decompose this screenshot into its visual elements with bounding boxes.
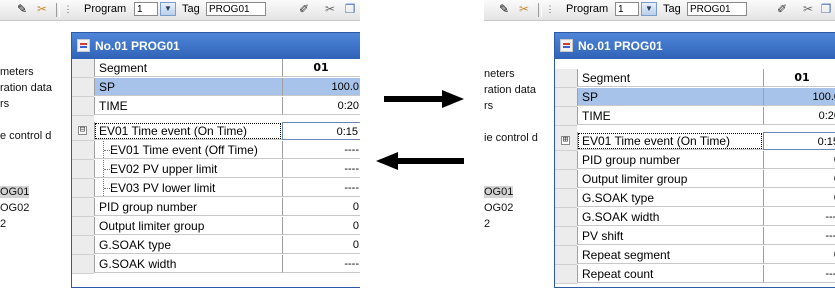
nav-item-registers[interactable]: rs xyxy=(484,100,493,112)
nav-item-prog02[interactable]: OG02 xyxy=(484,202,513,214)
copy-icon[interactable]: ❐ xyxy=(342,2,358,17)
table-row[interactable]: PID group number 0 xyxy=(72,198,360,217)
edit-pencil-icon[interactable]: ✐ xyxy=(296,2,312,17)
left-navigation-tree: neters ration data rs ie control d OG01 … xyxy=(484,32,562,288)
program-dropdown-button[interactable]: ▼ xyxy=(160,2,176,16)
segment-header-label: Segment xyxy=(577,69,763,87)
cut-icon[interactable]: ✂ xyxy=(800,2,816,17)
table-row[interactable]: PID group number 0 xyxy=(555,151,835,170)
program-window-titlebar: No.01 PROG01 xyxy=(555,33,835,59)
table-row[interactable]: PV shift ---- xyxy=(555,227,835,246)
toolbar: ✎ ✂ ⋮ Program 1 ▼ Tag PROG01 ✐ ✂ ❐ xyxy=(484,0,835,21)
program-label: Program xyxy=(566,3,609,15)
nav-item-prog03[interactable]: 2 xyxy=(484,218,490,230)
copy-icon[interactable]: ❐ xyxy=(818,2,834,17)
cut-icon[interactable]: ✂ xyxy=(322,2,338,17)
nav-item-registers[interactable]: rs xyxy=(0,98,9,110)
program-document-icon xyxy=(560,39,573,52)
arrow-right-icon xyxy=(384,90,464,108)
left-screenshot-panel: ✎ ✂ ⋮ Program 1 ▼ Tag PROG01 ✐ ✂ ❐ meter… xyxy=(0,0,360,288)
edit-icon[interactable]: ✎ xyxy=(14,2,30,17)
table-row[interactable]: SP 100.0 xyxy=(555,88,835,107)
table-row[interactable]: Output limiter group 0 xyxy=(555,170,835,189)
program-input[interactable]: 1 xyxy=(134,2,158,16)
nav-item-prog02[interactable]: OG02 xyxy=(0,202,29,214)
table-row[interactable]: Repeat segment 0 xyxy=(555,246,835,265)
scissors-icon[interactable]: ✂ xyxy=(516,2,532,17)
left-navigation-tree: meters ration data rs e control d OG01 O… xyxy=(0,32,78,288)
segment-header-label: Segment xyxy=(94,59,282,77)
nav-item-parameters[interactable]: neters xyxy=(484,68,515,80)
segment-number: 01 xyxy=(282,59,360,77)
table-row[interactable]: G.SOAK width ---- xyxy=(72,255,360,274)
edit-icon[interactable]: ✎ xyxy=(496,2,512,17)
table-row[interactable]: TIME 0:20 xyxy=(72,97,360,116)
program-window: No.01 PROG01 Segment 01 SP 100.0 TIME 0:… xyxy=(71,32,360,288)
program-dropdown-button[interactable]: ▼ xyxy=(641,2,657,16)
table-row[interactable]: G.SOAK width ---- xyxy=(555,208,835,227)
table-row[interactable]: Repeat count ---- xyxy=(555,265,835,284)
arrow-left-icon xyxy=(376,152,464,170)
program-label: Program xyxy=(84,3,127,15)
program-document-icon xyxy=(77,39,90,52)
grip-icon[interactable]: ⋮ xyxy=(542,2,558,17)
tag-input[interactable]: PROG01 xyxy=(687,2,747,16)
right-screenshot-panel: ✎ ✂ ⋮ Program 1 ▼ Tag PROG01 ✐ ✂ ❐ neter… xyxy=(484,0,835,288)
collapse-icon[interactable]: ⊟ xyxy=(78,126,87,135)
nav-item-program-control[interactable]: e control d xyxy=(0,130,51,142)
table-row-expandable[interactable]: ⊟ EV01 Time event (On Time) 0:15 xyxy=(72,122,360,141)
table-row[interactable]: EV03 PV lower limit ---- xyxy=(72,179,360,198)
nav-item-parameters[interactable]: meters xyxy=(0,66,34,78)
program-window: No.01 PROG01 Segment 01 SP 100.0 TIME 0:… xyxy=(554,32,835,288)
segment-number: 01 xyxy=(763,69,835,87)
table-row[interactable]: SP 100.0 xyxy=(72,78,360,97)
segment-header-row: Segment 01 xyxy=(72,59,360,78)
nav-item-operation-data[interactable]: ration data xyxy=(484,84,536,96)
table-row[interactable]: EV01 Time event (Off Time) ---- xyxy=(72,141,360,160)
table-row[interactable]: TIME 0:20 xyxy=(555,107,835,126)
expand-icon[interactable]: ⊞ xyxy=(561,136,570,145)
table-row-expandable[interactable]: ⊞ EV01 Time event (On Time) 0:15 xyxy=(555,132,835,151)
program-window-titlebar: No.01 PROG01 xyxy=(72,33,360,59)
segment-header-row: Segment 01 xyxy=(555,69,835,88)
nav-item-prog01[interactable]: OG01 xyxy=(484,186,514,198)
nav-item-prog03[interactable]: 2 xyxy=(0,218,6,230)
program-parameter-grid: Segment 01 SP 100.0 TIME 0:20 ⊞ EV01 Tim… xyxy=(555,59,835,287)
grip-icon[interactable]: ⋮ xyxy=(60,2,76,17)
nav-item-operation-data[interactable]: ration data xyxy=(0,82,52,94)
program-window-title: No.01 PROG01 xyxy=(95,39,180,53)
tag-label: Tag xyxy=(182,3,200,15)
tag-label: Tag xyxy=(663,3,681,15)
nav-item-program-control[interactable]: ie control d xyxy=(484,132,538,144)
program-parameter-grid: Segment 01 SP 100.0 TIME 0:20 ⊟ EV01 Tim… xyxy=(72,59,360,287)
nav-item-prog01[interactable]: OG01 xyxy=(0,186,30,198)
program-window-title: No.01 PROG01 xyxy=(578,39,663,53)
scissors-icon[interactable]: ✂ xyxy=(34,2,50,17)
tag-input[interactable]: PROG01 xyxy=(206,2,266,16)
table-row[interactable]: G.SOAK type 0 xyxy=(72,236,360,255)
table-row[interactable]: G.SOAK type 0 xyxy=(555,189,835,208)
table-row[interactable]: Output limiter group 0 xyxy=(72,217,360,236)
table-row[interactable]: EV02 PV upper limit ---- xyxy=(72,160,360,179)
edit-pencil-icon[interactable]: ✐ xyxy=(774,2,790,17)
toolbar: ✎ ✂ ⋮ Program 1 ▼ Tag PROG01 ✐ ✂ ❐ xyxy=(0,0,360,21)
program-input[interactable]: 1 xyxy=(615,2,639,16)
